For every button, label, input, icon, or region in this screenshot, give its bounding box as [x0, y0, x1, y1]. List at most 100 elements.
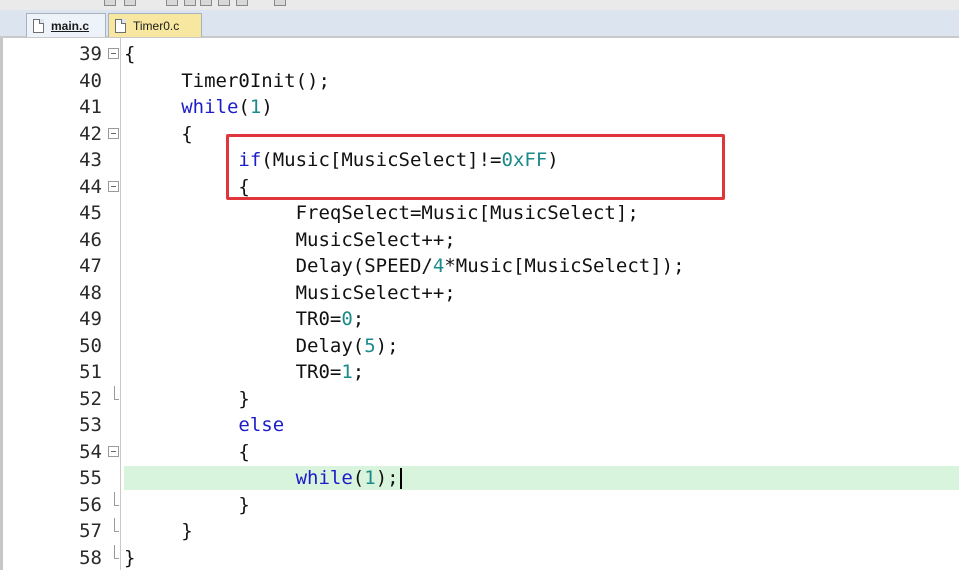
code-token: TR0=: [124, 308, 341, 330]
code-line[interactable]: 52 }: [0, 386, 959, 413]
fold-collapse-icon[interactable]: [108, 181, 119, 192]
fold-collapse-icon[interactable]: [108, 128, 119, 139]
code-line[interactable]: 51 TR0=1;: [0, 359, 959, 386]
code-text: else: [124, 412, 284, 439]
code-line[interactable]: 40 Timer0Init();: [0, 68, 959, 95]
code-token: [124, 467, 296, 489]
code-token: Timer0Init();: [124, 70, 330, 92]
code-token: }: [124, 388, 250, 410]
code-token: (: [238, 96, 249, 118]
code-text: FreqSelect=Music[MusicSelect];: [124, 200, 639, 227]
code-text: }: [124, 545, 135, 571]
code-token: }: [124, 494, 250, 516]
line-number: 49: [0, 306, 102, 333]
code-text: MusicSelect++;: [124, 280, 456, 307]
tab-label: Timer0.c: [133, 19, 179, 33]
number-token: 0: [341, 308, 352, 330]
fold-end-marker-icon: [114, 545, 119, 559]
code-line[interactable]: 57 }: [0, 518, 959, 545]
keyword-token: while: [296, 467, 353, 489]
code-text: }: [124, 492, 250, 519]
line-number: 44: [0, 174, 102, 201]
line-number: 41: [0, 94, 102, 121]
line-number: 58: [0, 545, 102, 571]
code-text: while(1): [124, 94, 273, 121]
toolbar-icon[interactable]: [166, 0, 178, 6]
code-token: MusicSelect++;: [124, 229, 456, 251]
code-line[interactable]: 47 Delay(SPEED/4*Music[MusicSelect]);: [0, 253, 959, 280]
code-line[interactable]: 54 {: [0, 439, 959, 466]
code-token: *Music[MusicSelect]);: [444, 255, 684, 277]
code-text: Delay(SPEED/4*Music[MusicSelect]);: [124, 253, 685, 280]
code-line[interactable]: 41 while(1): [0, 94, 959, 121]
line-number: 40: [0, 68, 102, 95]
tab-timer0-c[interactable]: Timer0.c: [108, 13, 202, 37]
code-line[interactable]: 49 TR0=0;: [0, 306, 959, 333]
text-caret: [400, 468, 402, 489]
code-line[interactable]: 45 FreqSelect=Music[MusicSelect];: [0, 200, 959, 227]
line-number: 55: [0, 465, 102, 492]
tab-main-c[interactable]: main.c: [26, 13, 106, 37]
code-line[interactable]: 50 Delay(5);: [0, 333, 959, 360]
number-token: 1: [250, 96, 261, 118]
toolbar: [0, 0, 959, 10]
code-token: {: [124, 123, 193, 145]
code-text: Delay(5);: [124, 333, 399, 360]
line-number: 46: [0, 227, 102, 254]
fold-end-marker-icon: [114, 492, 119, 506]
code-token: TR0=: [124, 361, 341, 383]
file-icon: [33, 19, 44, 33]
toolbar-icon[interactable]: [200, 0, 212, 6]
line-number: 51: [0, 359, 102, 386]
code-token: }: [124, 547, 135, 569]
file-tab-bar: main.c Timer0.c: [0, 10, 959, 38]
code-text: }: [124, 386, 250, 413]
keyword-token: while: [181, 96, 238, 118]
code-line[interactable]: 48 MusicSelect++;: [0, 280, 959, 307]
line-number: 47: [0, 253, 102, 280]
toolbar-icon[interactable]: [104, 0, 116, 6]
line-number: 45: [0, 200, 102, 227]
fold-collapse-icon[interactable]: [108, 48, 119, 59]
fold-end-marker-icon: [114, 518, 119, 532]
line-number: 48: [0, 280, 102, 307]
code-text: TR0=0;: [124, 306, 364, 333]
line-number: 39: [0, 41, 102, 68]
code-line[interactable]: 46 MusicSelect++;: [0, 227, 959, 254]
toolbar-icon[interactable]: [124, 0, 136, 6]
code-line[interactable]: 56 }: [0, 492, 959, 519]
toolbar-icon[interactable]: [218, 0, 230, 6]
code-editor[interactable]: 39{40 Timer0Init();41 while(1)42 {43 if(…: [0, 38, 959, 570]
code-text: while(1);: [124, 465, 402, 492]
code-token: FreqSelect=Music[MusicSelect];: [124, 202, 639, 224]
code-line[interactable]: 55 while(1);: [0, 465, 959, 492]
line-number: 50: [0, 333, 102, 360]
keyword-token: else: [238, 414, 284, 436]
line-number: 56: [0, 492, 102, 519]
line-number: 53: [0, 412, 102, 439]
annotation-highlight-box: [226, 134, 725, 200]
code-token: (: [353, 467, 364, 489]
code-text: {: [124, 41, 135, 68]
code-token: {: [124, 441, 250, 463]
file-icon: [115, 19, 126, 33]
code-token: Delay(: [124, 335, 364, 357]
code-text: TR0=1;: [124, 359, 364, 386]
line-number: 52: [0, 386, 102, 413]
code-token: );: [376, 467, 399, 489]
line-number: 54: [0, 439, 102, 466]
toolbar-icon[interactable]: [236, 0, 248, 6]
code-line[interactable]: 58}: [0, 545, 959, 571]
code-token: }: [124, 520, 193, 542]
code-token: MusicSelect++;: [124, 282, 456, 304]
toolbar-icon[interactable]: [274, 0, 286, 6]
number-token: 5: [364, 335, 375, 357]
code-text: MusicSelect++;: [124, 227, 456, 254]
code-token: ;: [353, 308, 364, 330]
fold-collapse-icon[interactable]: [108, 446, 119, 457]
toolbar-icon[interactable]: [184, 0, 196, 6]
code-token: [124, 414, 238, 436]
code-line[interactable]: 39 {: [0, 41, 959, 68]
code-text: Timer0Init();: [124, 68, 330, 95]
code-line[interactable]: 53 else: [0, 412, 959, 439]
